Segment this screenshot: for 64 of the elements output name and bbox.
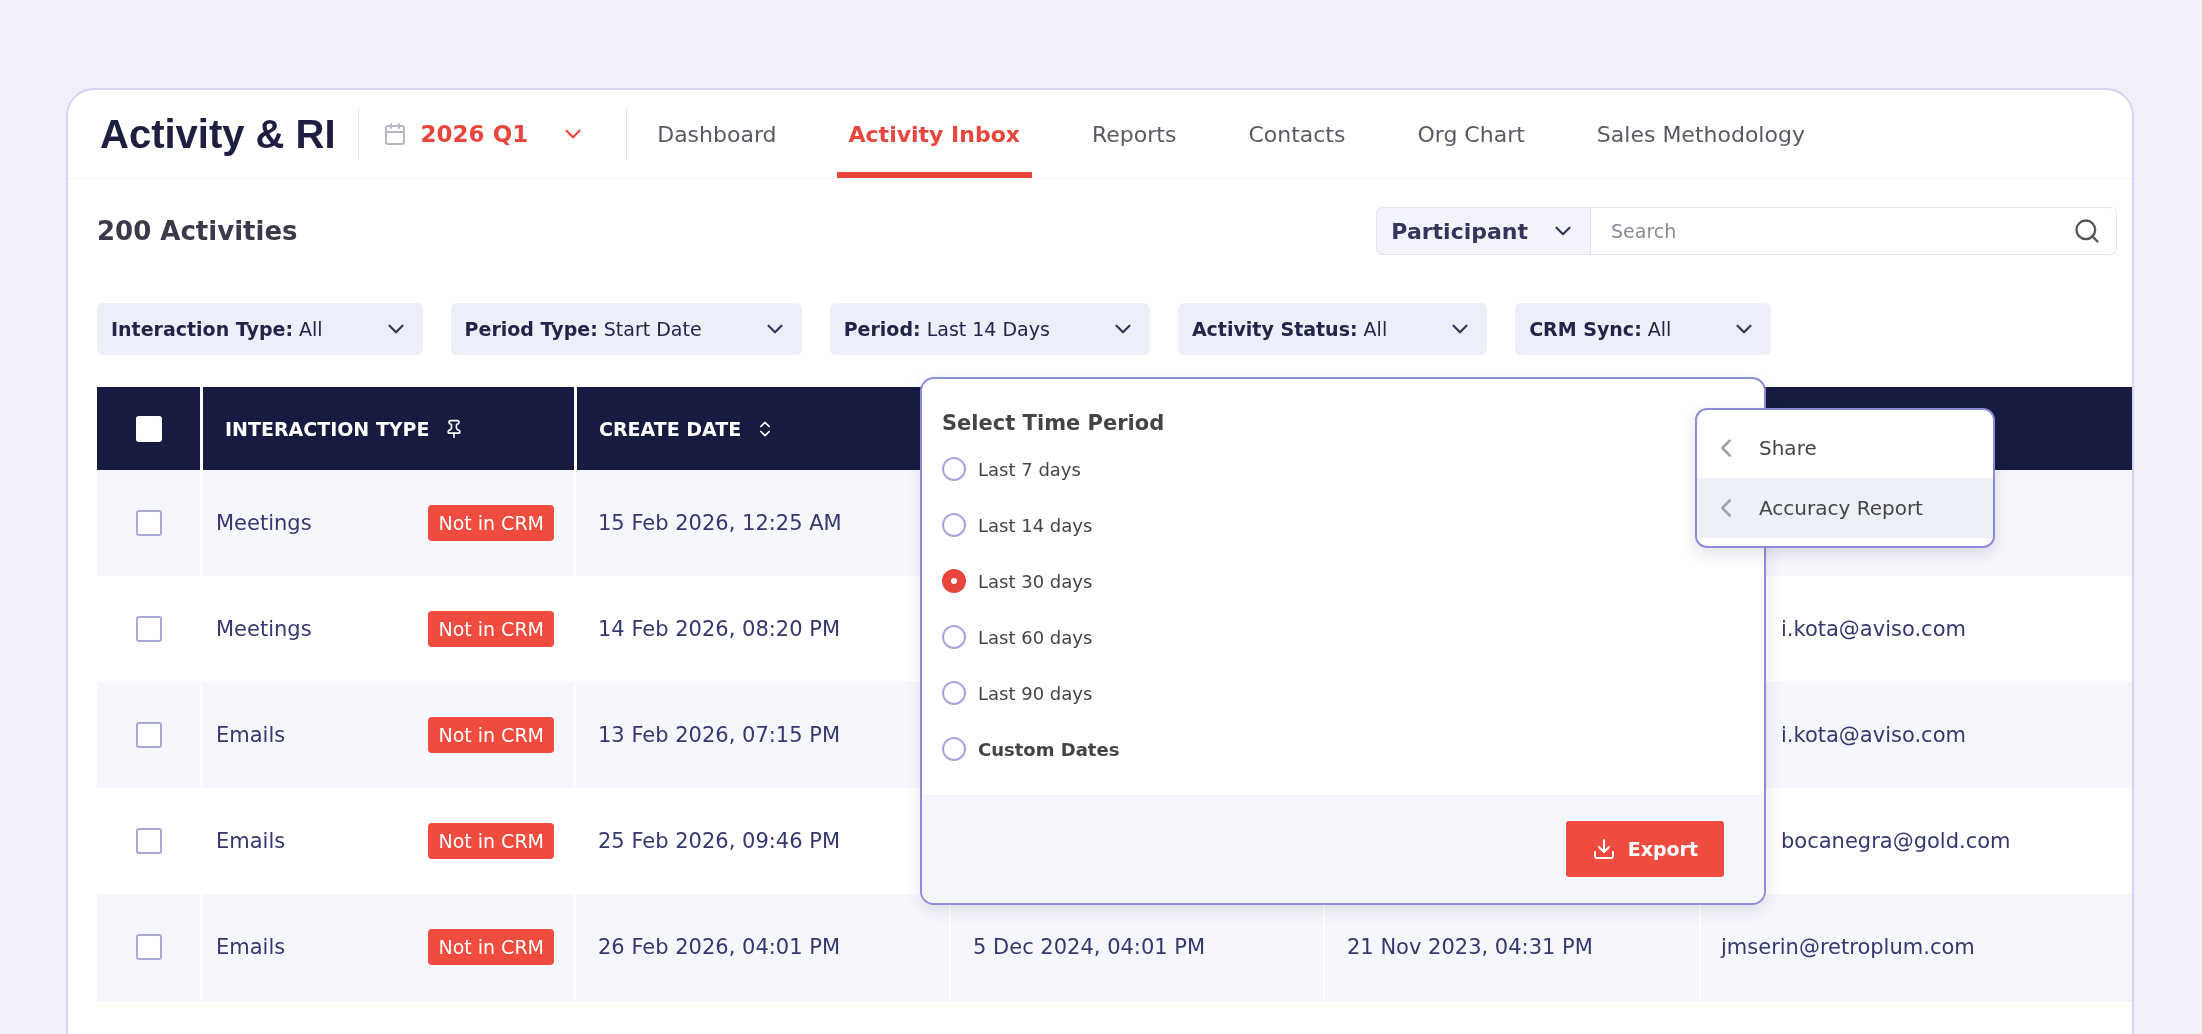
nav-tab[interactable]: Sales Methodology (1584, 90, 1817, 178)
table-cell: bocanegra@gold.com (1781, 829, 2011, 853)
period-picker[interactable]: 2026 Q1 (358, 90, 627, 178)
filter-dropdown[interactable]: Period: Last 14 Days (829, 303, 1150, 355)
table-cell: 15 Feb 2026, 12:25 AM (598, 511, 842, 535)
search-scope-select[interactable]: Participant (1376, 207, 1591, 255)
period-option[interactable]: Last 7 days (942, 449, 1081, 489)
table-cell: 26 Feb 2026, 04:01 PM (598, 935, 841, 959)
filter-dropdown[interactable]: Interaction Type: All (97, 303, 423, 355)
period-option[interactable]: Last 30 days (942, 561, 1093, 601)
radio-button[interactable] (942, 569, 966, 593)
table-cell: Emails (216, 935, 286, 959)
table-cell: 13 Feb 2026, 07:15 PM (598, 723, 841, 747)
table-cell: 21 Nov 2023, 04:31 PM (1347, 935, 1593, 959)
radio-button[interactable] (942, 457, 966, 481)
nav-tab[interactable]: Org Chart (1405, 90, 1537, 178)
column-header: INTERACTION TYPE (225, 417, 430, 440)
activity-count: 200 Activities (97, 216, 298, 246)
select-all-checkbox[interactable] (135, 415, 162, 442)
table-cell: i.kota@aviso.com (1781, 617, 1966, 641)
nav-tab[interactable]: Reports (1080, 90, 1189, 178)
crm-status-badge: Not in CRM (428, 717, 554, 753)
table-cell: Meetings (216, 617, 312, 641)
table-cell: 25 Feb 2026, 09:46 PM (598, 829, 841, 853)
radio-button[interactable] (942, 625, 966, 649)
row-checkbox[interactable] (135, 510, 162, 536)
crm-status-badge: Not in CRM (428, 505, 554, 541)
crm-status-badge: Not in CRM (428, 823, 554, 859)
table-cell: 14 Feb 2026, 08:20 PM (598, 617, 841, 641)
search-field[interactable]: Search (1591, 207, 2117, 255)
table-cell: Meetings (216, 511, 312, 535)
row-checkbox[interactable] (135, 616, 162, 642)
app-title: Activity & RI (100, 110, 337, 158)
table-cell: Emails (216, 723, 286, 747)
calendar-icon (382, 122, 407, 146)
filter-dropdown[interactable]: Period Type: Start Date (450, 303, 802, 355)
nav-tab[interactable]: Contacts (1236, 90, 1358, 178)
period-option[interactable]: Custom Dates (942, 729, 1120, 769)
filter-dropdown[interactable]: Activity Status: All (1177, 303, 1488, 355)
table-cell: i.kota@aviso.com (1781, 723, 1966, 747)
popup-title: Select Time Period (942, 411, 1166, 435)
radio-button[interactable] (942, 513, 966, 537)
column-header: CREATE DATE (599, 417, 742, 440)
nav-tab[interactable]: Dashboard (645, 90, 789, 178)
row-checkbox[interactable] (135, 722, 162, 748)
crm-status-badge: Not in CRM (428, 611, 554, 647)
filter-dropdown[interactable]: CRM Sync: All (1515, 303, 1772, 355)
radio-button[interactable] (942, 681, 966, 705)
period-option[interactable]: Last 14 days (942, 505, 1093, 545)
download-icon (1591, 837, 1616, 861)
table-cell: Emails (216, 829, 286, 853)
radio-button[interactable] (942, 737, 966, 761)
row-checkbox[interactable] (135, 934, 162, 960)
table-cell: 5 Dec 2024, 04:01 PM (973, 935, 1206, 959)
table-cell: jmserin@retroplum.com (1721, 935, 1975, 959)
period-option[interactable]: Last 90 days (942, 673, 1093, 713)
row-checkbox[interactable] (135, 828, 162, 854)
crm-status-badge: Not in CRM (428, 929, 554, 965)
search-icon[interactable] (2073, 217, 2101, 245)
menu-item[interactable]: Accuracy Report (1697, 478, 1993, 538)
nav-tab[interactable]: Activity Inbox (836, 90, 1032, 178)
period-option[interactable]: Last 60 days (942, 617, 1093, 657)
export-button[interactable]: Export (1565, 821, 1724, 877)
menu-item[interactable]: Share (1697, 418, 1993, 478)
